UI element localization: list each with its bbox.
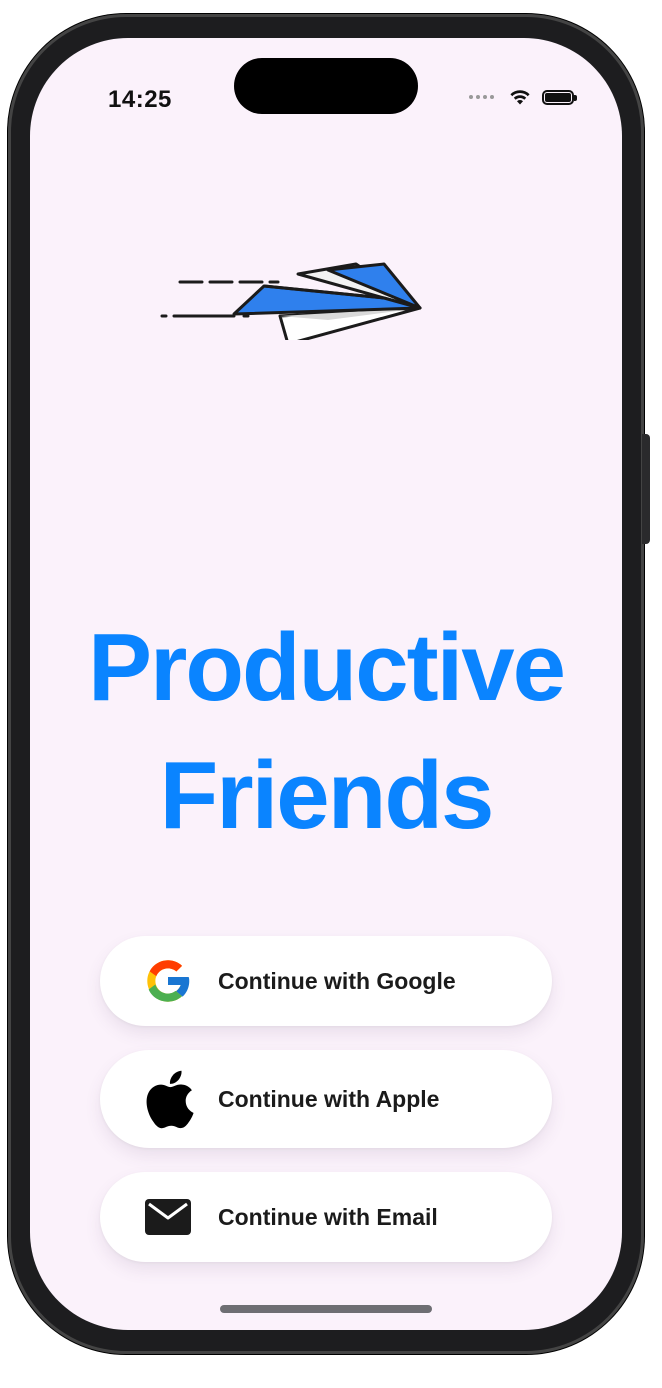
wifi-icon — [510, 90, 530, 105]
continue-with-email-label: Continue with Email — [218, 1203, 438, 1230]
paper-plane-icon — [160, 262, 422, 340]
mail-icon — [140, 1189, 196, 1245]
app-title: Productive Friends — [30, 604, 622, 860]
google-icon — [140, 953, 196, 1009]
continue-with-apple-button[interactable]: Continue with Apple — [100, 1050, 552, 1148]
phone-frame: 14:25 Productive Friends Continue with G… — [8, 14, 650, 1354]
app-title-line-2: Friends — [159, 742, 495, 849]
continue-with-email-button[interactable]: Continue with Email — [100, 1172, 552, 1262]
home-indicator[interactable] — [220, 1305, 432, 1313]
continue-with-google-label: Continue with Google — [218, 967, 456, 994]
battery-icon — [542, 89, 577, 105]
app-title-line-1: Productive — [87, 614, 566, 721]
signal-dots-icon — [469, 95, 494, 99]
continue-with-google-button[interactable]: Continue with Google — [100, 936, 552, 1026]
status-icons — [469, 88, 577, 106]
app-screen: 14:25 Productive Friends Continue with G… — [30, 38, 622, 1330]
side-button — [642, 434, 650, 544]
status-time: 14:25 — [108, 86, 172, 113]
dynamic-island — [234, 58, 418, 114]
continue-with-apple-label: Continue with Apple — [218, 1085, 440, 1112]
apple-icon — [140, 1070, 196, 1129]
